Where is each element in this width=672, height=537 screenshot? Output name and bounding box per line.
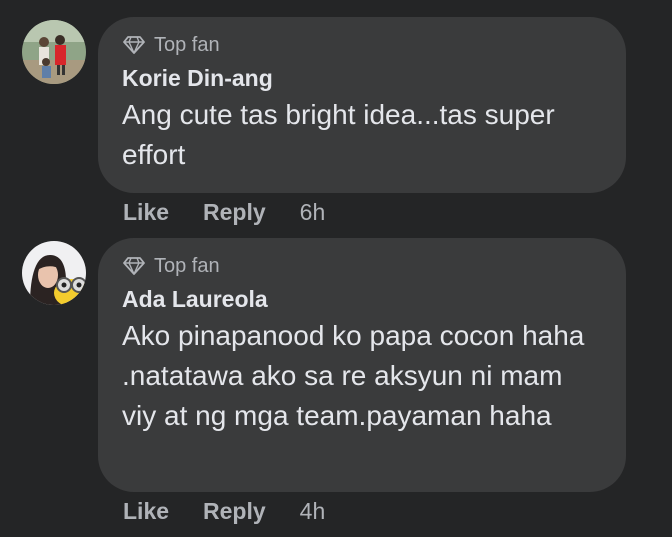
top-fan-badge: Top fan: [122, 33, 602, 57]
top-fan-badge: Top fan: [122, 254, 602, 278]
reply-button[interactable]: Reply: [203, 199, 266, 226]
avatar[interactable]: [22, 20, 86, 84]
comment-actions: Like Reply 6h: [123, 199, 325, 226]
like-button[interactable]: Like: [123, 199, 169, 226]
badge-label: Top fan: [154, 254, 220, 277]
avatar[interactable]: [22, 241, 86, 305]
comment-author[interactable]: Korie Din-ang: [122, 63, 602, 93]
comment-author[interactable]: Ada Laureola: [122, 284, 602, 314]
like-button[interactable]: Like: [123, 498, 169, 525]
comment-text: Ang cute tas bright idea...tas super eff…: [122, 99, 555, 170]
comment-timestamp[interactable]: 4h: [300, 498, 326, 525]
comment-timestamp[interactable]: 6h: [300, 199, 326, 226]
avatar-photo: [22, 20, 86, 84]
reply-button[interactable]: Reply: [203, 498, 266, 525]
comment-actions: Like Reply 4h: [123, 498, 325, 525]
comment-bubble: Top fan Korie Din-ang Ang cute tas brigh…: [98, 17, 626, 193]
diamond-icon: [123, 36, 145, 54]
avatar-photo: [22, 241, 86, 305]
comment-text: Ako pinapanood ko papa cocon haha .natat…: [122, 320, 585, 431]
comment-bubble: Top fan Ada Laureola Ako pinapanood ko p…: [98, 238, 626, 492]
badge-label: Top fan: [154, 33, 220, 56]
diamond-icon: [123, 257, 145, 275]
